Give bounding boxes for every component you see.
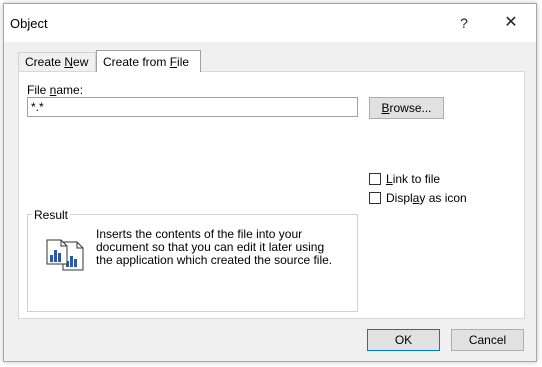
document-chart-icon	[46, 239, 84, 271]
title-bar: Object ? ✕	[4, 4, 536, 42]
object-dialog: Object ? ✕ Create New Create from File F…	[3, 3, 537, 362]
file-name-label: File name:	[27, 83, 84, 97]
window-title: Object	[10, 16, 48, 31]
display-as-icon-option[interactable]: Display as icon	[369, 189, 467, 205]
display-as-icon-label: Display as icon	[386, 190, 467, 205]
result-title: Result	[32, 208, 71, 222]
cancel-button[interactable]: Cancel	[451, 329, 524, 351]
close-button[interactable]: ✕	[496, 11, 526, 35]
tab-create-from-file[interactable]: Create from File	[96, 50, 201, 72]
tab-create-new[interactable]: Create New	[18, 52, 96, 71]
browse-button[interactable]: Browse...	[369, 97, 444, 119]
link-to-file-label: Link to file	[386, 171, 441, 186]
link-to-file-checkbox[interactable]	[369, 172, 381, 185]
display-as-icon-checkbox[interactable]	[369, 191, 381, 204]
create-from-file-panel: File name: Browse... Link to file Displa…	[18, 71, 525, 319]
ok-button[interactable]: OK	[367, 329, 440, 351]
help-button[interactable]: ?	[449, 11, 479, 35]
result-group: Result Inserts the contents of the file …	[27, 208, 358, 312]
result-description: Inserts the contents of the file into yo…	[96, 227, 333, 267]
file-name-input[interactable]	[27, 97, 358, 117]
link-to-file-option[interactable]: Link to file	[369, 170, 440, 186]
